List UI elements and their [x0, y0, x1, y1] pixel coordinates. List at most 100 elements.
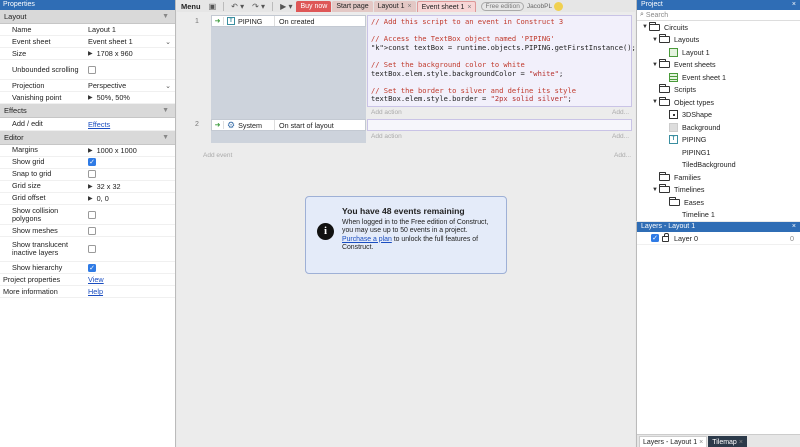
undo-icon[interactable]: ↶ ▾: [227, 2, 248, 11]
prop-row-margins[interactable]: Margins ▶ 1000 x 1000: [0, 145, 175, 157]
prop-row-snap-to-grid[interactable]: Snap to grid: [0, 169, 175, 181]
close-icon[interactable]: ×: [739, 439, 743, 446]
tree-item-eases[interactable]: Eases: [637, 196, 800, 209]
prop-row-name[interactable]: Name Layout 1: [0, 24, 175, 37]
prop-row-more-information[interactable]: More information Help: [0, 286, 175, 299]
close-icon[interactable]: ×: [699, 439, 703, 446]
prop-value[interactable]: Perspective ⌄: [88, 81, 175, 90]
tree-item-3dshape[interactable]: 3DShape: [637, 109, 800, 122]
checkbox[interactable]: ✓: [88, 263, 96, 272]
close-icon[interactable]: ×: [467, 4, 471, 11]
prop-value[interactable]: Effects: [88, 120, 175, 129]
expand-icon[interactable]: ▶: [88, 147, 93, 154]
play-icon[interactable]: ▶ ▾: [276, 2, 296, 11]
close-icon[interactable]: ×: [792, 222, 796, 232]
prop-value[interactable]: ▶ 1000 x 1000: [88, 146, 175, 155]
condition-block[interactable]: ➜ ⚙ System On start of layout: [211, 119, 366, 143]
prop-row-show-translucent-inactive-layers[interactable]: Show translucent inactive layers: [0, 237, 175, 263]
tree-item-circuits[interactable]: ▼ Circuits: [637, 21, 800, 34]
tree-item-event-sheet-1[interactable]: Event sheet 1: [637, 71, 800, 84]
expand-toggle-icon[interactable]: ▼: [651, 37, 659, 43]
prop-link-effects[interactable]: Effects: [88, 120, 110, 129]
prop-row-vanishing-point[interactable]: Vanishing point ▶ 50%, 50%: [0, 92, 175, 105]
action-block[interactable]: // Add this script to an event in Constr…: [367, 15, 636, 118]
tree-item-timeline-1[interactable]: Timeline 1: [637, 209, 800, 222]
section-effects[interactable]: Effects ▼: [0, 104, 175, 119]
prop-row-grid-size[interactable]: Grid size ▶ 32 x 32: [0, 181, 175, 193]
add-action-button[interactable]: Add action Add...: [367, 106, 632, 118]
chevron-down-icon[interactable]: ⌄: [165, 38, 171, 46]
prop-value[interactable]: [88, 210, 175, 219]
prop-row-show-meshes[interactable]: Show meshes: [0, 225, 175, 238]
prop-row-show-grid[interactable]: Show grid ✓: [0, 157, 175, 169]
avatar[interactable]: [554, 1, 564, 11]
prop-value[interactable]: ▶ 1708 x 960: [88, 49, 175, 58]
prop-value[interactable]: ▶ 0, 0: [88, 194, 175, 203]
prop-value[interactable]: ✓: [88, 263, 175, 272]
save-icon[interactable]: ▣: [205, 2, 221, 11]
tab-layers-layout-1[interactable]: Layers - Layout 1 ×: [639, 436, 708, 447]
tab-event-sheet-1[interactable]: Event sheet 1 ×: [416, 0, 477, 12]
prop-value[interactable]: View: [88, 275, 175, 284]
buy-now-button[interactable]: Buy now: [296, 0, 332, 12]
prop-row-event-sheet[interactable]: Event sheet Event sheet 1 ⌄: [0, 36, 175, 49]
prop-row-grid-offset[interactable]: Grid offset ▶ 0, 0: [0, 193, 175, 206]
checkbox[interactable]: [88, 245, 96, 254]
tab-layout-1[interactable]: Layout 1 ×: [373, 0, 416, 12]
tree-item-timelines[interactable]: ▼ Timelines: [637, 184, 800, 197]
prop-value[interactable]: ▶ 32 x 32: [88, 182, 175, 191]
prop-row-show-hierarchy[interactable]: Show hierarchy ✓: [0, 262, 175, 275]
prop-value[interactable]: Layout 1: [88, 25, 175, 34]
condition-row[interactable]: ➜ T PIPING On created: [211, 15, 366, 27]
tree-item-background[interactable]: Background: [637, 121, 800, 134]
tree-item-piping[interactable]: T PIPING: [637, 134, 800, 147]
empty-action-row[interactable]: [367, 119, 632, 131]
layer-visible-checkbox[interactable]: ✓: [651, 234, 659, 242]
search-input[interactable]: ⌕ Search: [637, 10, 800, 21]
condition-block[interactable]: ➜ T PIPING On created: [211, 15, 366, 127]
expand-toggle-icon[interactable]: ▼: [651, 99, 659, 105]
expand-icon[interactable]: ▶: [88, 50, 93, 57]
condition-row[interactable]: ➜ ⚙ System On start of layout: [211, 119, 366, 131]
tab-start-page[interactable]: Start page: [332, 0, 373, 12]
lock-icon[interactable]: [662, 233, 669, 242]
condition-object[interactable]: T PIPING: [224, 17, 274, 26]
prop-value[interactable]: Event sheet 1 ⌄: [88, 37, 175, 46]
tree-item-layout-1[interactable]: Layout 1: [637, 46, 800, 59]
prop-value[interactable]: ✓: [88, 158, 175, 167]
tree-item-event-sheets[interactable]: ▼ Event sheets: [637, 59, 800, 72]
prop-link-help[interactable]: Help: [88, 287, 103, 296]
script-code-block[interactable]: // Add this script to an event in Constr…: [367, 15, 636, 107]
condition-trigger[interactable]: On start of layout: [274, 120, 365, 130]
prop-row-unbounded-scrolling[interactable]: Unbounded scrolling: [0, 60, 175, 81]
prop-row-projection[interactable]: Projection Perspective ⌄: [0, 80, 175, 93]
expand-toggle-icon[interactable]: ▼: [651, 187, 659, 193]
prop-row-size[interactable]: Size ▶ 1708 x 960: [0, 48, 175, 61]
tree-item-layouts[interactable]: ▼ Layouts: [637, 34, 800, 47]
menu-button[interactable]: Menu: [177, 2, 205, 11]
condition-trigger[interactable]: On created: [274, 16, 365, 26]
action-block[interactable]: Add action Add...: [367, 119, 632, 142]
checkbox[interactable]: [88, 226, 96, 235]
chevron-down-icon[interactable]: ⌄: [165, 82, 171, 90]
prop-link-view[interactable]: View: [88, 275, 104, 284]
checkbox[interactable]: [88, 210, 96, 219]
layer-row[interactable]: ✓ Layer 0 0: [637, 232, 800, 245]
section-layout[interactable]: Layout ▼: [0, 10, 175, 24]
section-editor[interactable]: Editor ▼: [0, 130, 175, 145]
purchase-plan-link[interactable]: Purchase a plan: [342, 236, 392, 243]
checkbox[interactable]: [88, 65, 96, 74]
prop-row-project-properties[interactable]: Project properties View: [0, 274, 175, 287]
prop-value[interactable]: [88, 65, 175, 74]
expand-icon[interactable]: ▶: [88, 195, 93, 202]
expand-toggle-icon[interactable]: ▼: [651, 62, 659, 68]
tree-item-piping1[interactable]: PIPING1: [637, 146, 800, 159]
prop-value[interactable]: [88, 170, 175, 179]
prop-value[interactable]: Help: [88, 287, 175, 296]
prop-row-show-collision-polygons[interactable]: Show collision polygons: [0, 205, 175, 226]
prop-value[interactable]: [88, 245, 175, 254]
tree-item-object-types[interactable]: ▼ Object types: [637, 96, 800, 109]
tree-item-tiledbackground[interactable]: TiledBackground: [637, 159, 800, 172]
close-icon[interactable]: ×: [407, 3, 411, 10]
expand-icon[interactable]: ▶: [88, 183, 93, 190]
